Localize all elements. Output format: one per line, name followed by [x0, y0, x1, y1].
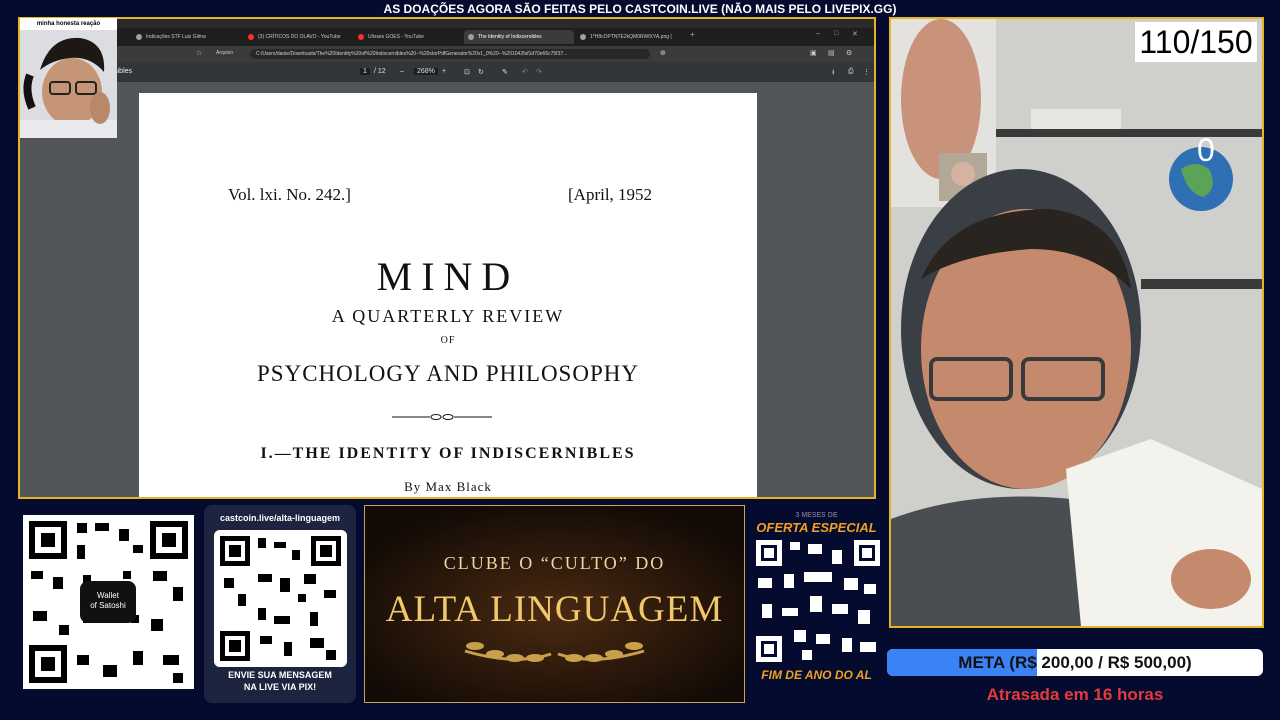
youtube-icon	[358, 34, 364, 40]
tab-ulisses-goes[interactable]: Ulisses GOES - YouTube	[354, 30, 462, 44]
offer-tiny-text: 3 MESES DE	[795, 512, 838, 519]
offer-footer: FIM DE ANO DO AL	[761, 668, 872, 682]
tab-indicacoes[interactable]: Indicações STF Luiz Gilma	[132, 30, 242, 44]
browser-window: Indicações STF Luiz Gilma (3) CRÍTICOS D…	[18, 17, 876, 499]
wallet-of-satoshi-qr[interactable]: Wallet of Satoshi	[23, 515, 194, 689]
pdf-article-title: I.—THE IDENTITY OF INDISCERNIBLES	[260, 445, 636, 462]
draw-icon[interactable]: ✎	[502, 68, 508, 76]
zoom-in-icon[interactable]: +	[442, 68, 446, 75]
sidebar-icon[interactable]: ▤	[828, 49, 835, 57]
ornament-divider	[392, 414, 492, 420]
address-prefix: Arquivo	[216, 50, 233, 56]
pdf-volume: Vol. lxi. No. 242.]	[228, 185, 351, 204]
zoom-level[interactable]: 268%	[414, 68, 438, 75]
page-total: / 12	[374, 68, 386, 75]
tab-label: The Identity of Indiscernibles	[478, 34, 542, 40]
webcam-small	[20, 30, 117, 138]
tab-strip: Indicações STF Luiz Gilma (3) CRÍTICOS D…	[20, 28, 874, 46]
webcam-small-label: minha honesta reação	[20, 18, 117, 30]
tab-criticos-olavo[interactable]: (3) CRÍTICOS DO OLAVO - YouTube	[244, 30, 352, 44]
club-subtitle: CLUBE O “CULTO” DO	[443, 553, 666, 573]
pdf-date: [April, 1952	[568, 185, 653, 204]
close-window-icon[interactable]: ✕	[852, 30, 858, 38]
extensions-icon[interactable]: ▣	[810, 49, 817, 57]
castcoin-footer-1: ENVIE SUA MENSAGEM	[228, 670, 332, 680]
page-number-input[interactable]: 1	[360, 68, 370, 75]
goal-text: META (R$ 200,00 / R$ 500,00)	[958, 653, 1192, 672]
castcoin-panel: castcoin.live/alta-linguagem ENVIE SUA M…	[204, 505, 356, 703]
rotate-icon[interactable]: ↻	[478, 68, 484, 76]
tab-label: Ulisses GOES - YouTube	[368, 34, 424, 40]
tab-identity-indiscernibles[interactable]: The Identity of Indiscernibles	[464, 30, 574, 44]
qr-code-icon	[214, 530, 347, 667]
special-offer-panel: 3 MESES DE OFERTA ESPECIAL FIM DE ANO DO…	[750, 512, 883, 692]
tab-favicon-icon	[136, 34, 142, 40]
qr-code-icon	[754, 538, 882, 664]
address-input[interactable]: C:/Users/danie/Downloads/The%20Identity%…	[250, 49, 650, 59]
goal-status: Atrasada em 16 horas	[986, 685, 1164, 704]
offer-qr[interactable]	[754, 538, 882, 664]
fit-page-icon[interactable]: ⊡	[464, 68, 470, 76]
redo-icon[interactable]: ↷	[536, 68, 542, 76]
minimize-icon[interactable]: –	[816, 30, 820, 37]
download-icon[interactable]: ⭳	[832, 68, 834, 79]
tab-label: Indicações STF Luiz Gilma	[146, 34, 206, 40]
more-options-icon[interactable]: ⋮	[863, 68, 870, 76]
webcam-main	[889, 17, 1264, 628]
castcoin-url[interactable]: castcoin.live/alta-linguagem	[204, 513, 356, 523]
pdf-toolbar: ≡ cernibles 1 / 12 – 268% + ⊡ ↻ ✎ ↶ ↷ ⭳ …	[20, 62, 874, 82]
goal-counter: 110/150	[1135, 22, 1257, 62]
pdf-author: By Max Black	[404, 479, 492, 494]
pdf-icon	[468, 34, 474, 40]
streamer-reading-book-image	[891, 19, 1262, 626]
wallet-of-satoshi-logo: Wallet of Satoshi	[80, 591, 136, 611]
bookmark-star-icon[interactable]: ☆	[196, 49, 202, 57]
undo-icon[interactable]: ↶	[522, 68, 528, 76]
print-icon[interactable]: ⎙	[848, 68, 854, 76]
wallet-label-2: of Satoshi	[90, 601, 126, 610]
tab-image-png[interactable]: 1*H8cOPTNTE2kQM0RWfXYA.png (	[576, 30, 686, 44]
pdf-field: PSYCHOLOGY AND PHILOSOPHY	[257, 361, 639, 386]
club-banner: CLUBE O “CULTO” DO ALTA LINGUAGEM	[364, 505, 745, 703]
pdf-journal-title: MIND	[376, 254, 520, 299]
tab-label: (3) CRÍTICOS DO OLAVO - YouTube	[258, 34, 341, 40]
donation-ticker: AS DOAÇÕES AGORA SÃO FEITAS PELO CASTCOI…	[383, 2, 897, 16]
person-reacting-image	[20, 30, 117, 138]
settings-gear-icon[interactable]: ⚙	[846, 49, 852, 57]
offer-title: OFERTA ESPECIAL	[756, 520, 877, 535]
youtube-icon	[248, 34, 254, 40]
new-tab-icon[interactable]: +	[690, 30, 695, 39]
pdf-subtitle: A QUARTERLY REVIEW	[331, 306, 565, 326]
pdf-of: OF	[440, 335, 456, 346]
tab-label: 1*H8cOPTNTE2kQM0RWfXYA.png (	[590, 34, 673, 40]
zoom-out-icon[interactable]: –	[400, 68, 404, 75]
maximize-icon[interactable]: □	[834, 30, 838, 37]
wallet-label-1: Wallet	[97, 591, 119, 600]
donation-goal-bar: META (R$ 200,00 / R$ 500,00)	[887, 649, 1263, 676]
castcoin-qr[interactable]	[214, 530, 347, 667]
likes-count: 0	[1197, 132, 1215, 168]
image-icon	[580, 34, 586, 40]
pdf-viewer[interactable]: Vol. lxi. No. 242.] [April, 1952 MIND A …	[20, 82, 874, 497]
castcoin-footer-2: NA LIVE VIA PIX!	[243, 682, 317, 692]
address-bar-row: ☆ Arquivo C:/Users/danie/Downloads/The%2…	[20, 46, 874, 62]
club-title: ALTA LINGUAGEM	[385, 589, 724, 630]
pdf-page: Vol. lxi. No. 242.] [April, 1952 MIND A …	[139, 93, 757, 497]
zoom-icon[interactable]: ⊕	[660, 49, 666, 57]
